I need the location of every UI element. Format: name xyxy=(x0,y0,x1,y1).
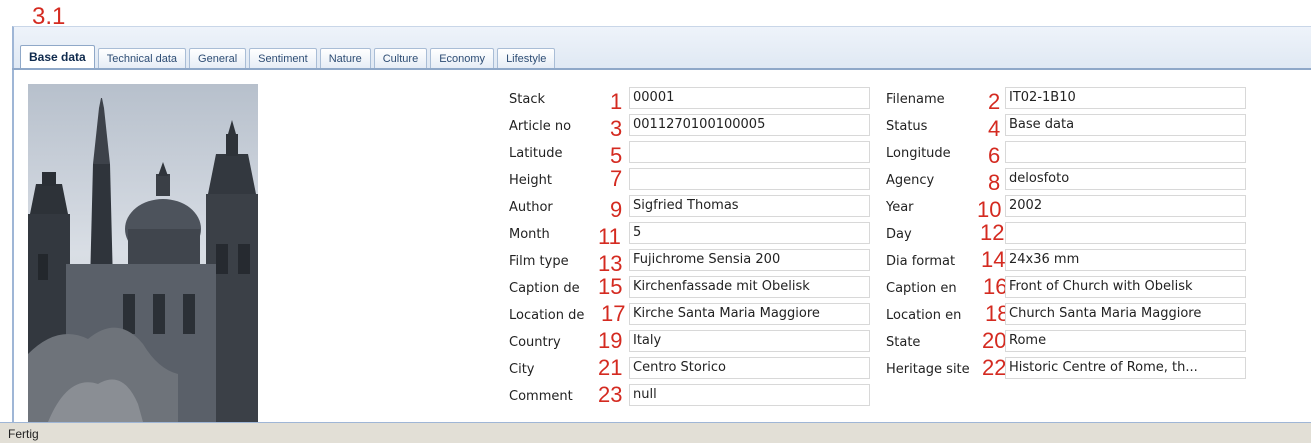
annotation-10: 10 xyxy=(977,197,1002,222)
article-no-field[interactable]: 0011270100100005 xyxy=(629,114,870,136)
tab-base-data[interactable]: Base data xyxy=(20,45,95,68)
author-label: Author xyxy=(509,200,553,215)
city-label: City xyxy=(509,362,535,377)
annotation-9: 9 xyxy=(610,197,623,222)
annotation-7: 7 xyxy=(610,166,623,191)
annotation-14: 14 xyxy=(981,247,1006,272)
stack-field[interactable]: 00001 xyxy=(629,87,870,109)
state-label: State xyxy=(886,335,921,350)
annotation-17: 17 xyxy=(601,301,626,326)
author-field[interactable]: Sigfried Thomas xyxy=(629,195,870,217)
height-label: Height xyxy=(509,173,552,188)
longitude-field[interactable] xyxy=(1005,141,1246,163)
film-type-label: Film type xyxy=(509,254,569,269)
annotation-16: 16 xyxy=(983,274,1008,299)
heritage-site-label: Heritage site xyxy=(886,362,970,377)
film-type-field[interactable]: Fujichrome Sensia 200 xyxy=(629,249,870,271)
tab-general[interactable]: General xyxy=(189,48,247,68)
latitude-field[interactable] xyxy=(629,141,870,163)
annotation-4: 4 xyxy=(988,116,1001,141)
annotation-15: 15 xyxy=(598,274,623,299)
location-en-label: Location en xyxy=(886,308,962,323)
stack-label: Stack xyxy=(509,92,545,107)
filename-field[interactable]: IT02-1B10 xyxy=(1005,87,1246,109)
state-field[interactable]: Rome xyxy=(1005,330,1246,352)
month-label: Month xyxy=(509,227,550,242)
comment-label: Comment xyxy=(509,389,573,404)
photo-preview xyxy=(28,84,258,422)
day-field[interactable] xyxy=(1005,222,1246,244)
height-field[interactable] xyxy=(629,168,870,190)
annotation-6: 6 xyxy=(988,143,1001,168)
dia-format-field[interactable]: 24x36 mm xyxy=(1005,249,1246,271)
annotation-3: 3 xyxy=(610,116,623,141)
longitude-label: Longitude xyxy=(886,146,951,161)
annotation-13: 13 xyxy=(598,251,623,276)
tab-lifestyle[interactable]: Lifestyle xyxy=(497,48,556,68)
location-en-field[interactable]: Church Santa Maria Maggiore xyxy=(1005,303,1246,325)
tab-technical-data[interactable]: Technical data xyxy=(97,48,187,68)
tab-bar: Base data Technical data General Sentime… xyxy=(12,26,1311,70)
agency-label: Agency xyxy=(886,173,935,188)
annotation-11: 11 xyxy=(598,224,621,249)
annotation-23: 23 xyxy=(598,382,623,407)
year-label: Year xyxy=(886,200,914,215)
annotation-2: 2 xyxy=(988,89,1001,114)
dia-format-label: Dia format xyxy=(886,254,956,269)
annotation-8: 8 xyxy=(988,170,1001,195)
tab-economy[interactable]: Economy xyxy=(430,48,495,68)
caption-en-field[interactable]: Front of Church with Obelisk xyxy=(1005,276,1246,298)
location-de-label: Location de xyxy=(509,308,585,323)
caption-en-label: Caption en xyxy=(886,281,957,296)
tab-culture[interactable]: Culture xyxy=(373,48,428,68)
annotation-21: 21 xyxy=(598,355,623,380)
status-field[interactable]: Base data xyxy=(1005,114,1246,136)
tab-nature[interactable]: Nature xyxy=(319,48,371,68)
day-label: Day xyxy=(886,227,912,242)
month-field[interactable]: 5 xyxy=(629,222,870,244)
city-field[interactable]: Centro Storico xyxy=(629,357,870,379)
location-de-field[interactable]: Kirche Santa Maria Maggiore xyxy=(629,303,870,325)
panel-left-border xyxy=(12,70,14,422)
tab-list: Base data Technical data General Sentime… xyxy=(20,45,556,68)
status-text: Fertig xyxy=(8,427,39,441)
annotation-5: 5 xyxy=(610,143,623,168)
annotation-12: 12 xyxy=(980,220,1005,245)
comment-field[interactable]: null xyxy=(629,384,870,406)
annotation-22: 22 xyxy=(982,355,1007,380)
annotation-19: 19 xyxy=(598,328,623,353)
latitude-label: Latitude xyxy=(509,146,563,161)
annotation-20: 20 xyxy=(982,328,1007,353)
filename-label: Filename xyxy=(886,92,945,107)
caption-de-field[interactable]: Kirchenfassade mit Obelisk xyxy=(629,276,870,298)
year-field[interactable]: 2002 xyxy=(1005,195,1246,217)
article-no-label: Article no xyxy=(509,119,572,134)
panel-top-border xyxy=(12,68,1311,70)
annotation-1: 1 xyxy=(610,89,623,114)
agency-field[interactable]: delosfoto xyxy=(1005,168,1246,190)
status-label: Status xyxy=(886,119,928,134)
tab-sentiment[interactable]: Sentiment xyxy=(249,48,317,68)
country-field[interactable]: Italy xyxy=(629,330,870,352)
status-bar: Fertig xyxy=(0,422,1311,443)
country-label: Country xyxy=(509,335,561,350)
heritage-site-field[interactable]: Historic Centre of Rome, th... xyxy=(1005,357,1246,379)
caption-de-label: Caption de xyxy=(509,281,580,296)
